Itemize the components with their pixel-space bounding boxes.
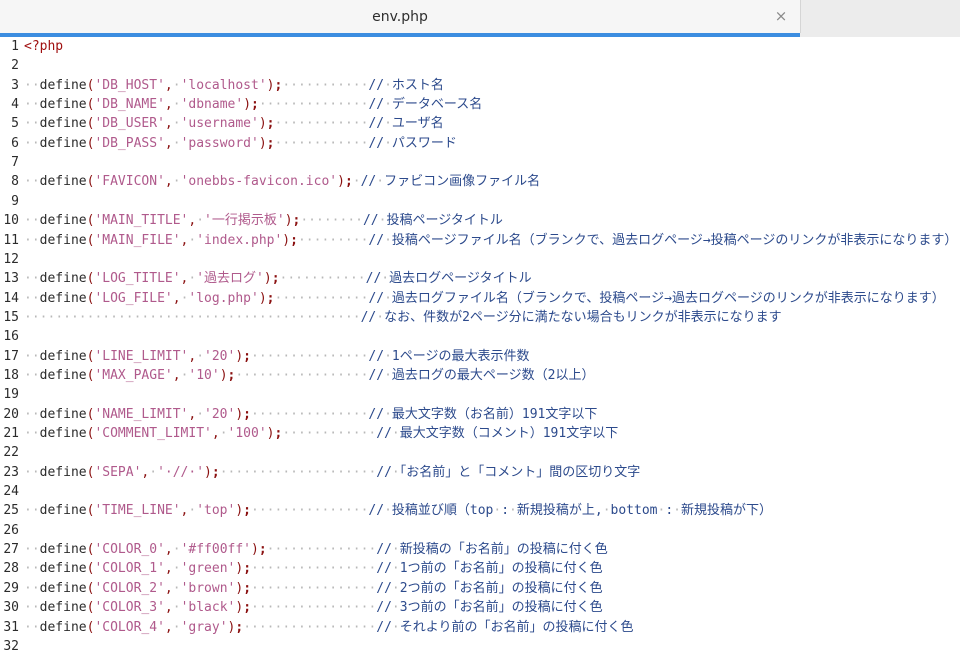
line-number: 32 (3, 638, 19, 654)
code-text: ··define('SEPA',·'·//·');···············… (24, 464, 641, 480)
line-number: 18 (3, 367, 19, 383)
code-text: ··define('LOG_FILE',·'log.php');········… (24, 290, 945, 306)
code-text: ··define('LINE_LIMIT',·'20');···········… (24, 348, 530, 364)
line-number: 5 (11, 116, 19, 132)
code-text: ··define('COLOR_2',·'brown');···········… (24, 580, 603, 596)
line-number: 19 (3, 387, 19, 403)
code-line[interactable]: 32 (0, 637, 960, 657)
line-number: 9 (11, 193, 19, 209)
code-text: ··define('FAVICON',·'onebbs-favicon.ico'… (24, 174, 541, 190)
code-line[interactable]: 18 ··define('MAX_PAGE',·'10');···········… (0, 366, 960, 386)
code-text: ··define('TIME_LINE',·'top');···········… (24, 503, 772, 519)
code-line[interactable]: 20 ··define('NAME_LIMIT',·'20');·········… (0, 405, 960, 425)
code-text: ··define('COLOR_4',·'gray');············… (24, 619, 634, 635)
line-number: 23 (3, 464, 19, 480)
tab-title: env.php (372, 9, 428, 25)
close-icon[interactable]: × (773, 7, 789, 25)
code-line[interactable]: 4 ··define('DB_NAME',·'dbname');·········… (0, 95, 960, 115)
code-text: ··define('COLOR_1',·'green');···········… (24, 561, 603, 577)
line-number: 27 (3, 542, 19, 558)
line-number: 8 (11, 174, 19, 190)
code-text: ··define('COLOR_0',·'#ff00ff');·········… (24, 542, 608, 558)
code-line[interactable]: 10 ··define('MAIN_TITLE',·'一行掲示板');······… (0, 211, 960, 231)
line-number: 3 (11, 77, 19, 93)
line-number: 21 (3, 426, 19, 441)
line-number: 7 (11, 155, 19, 171)
code-line[interactable]: 25 ··define('TIME_LINE',·'top');·········… (0, 501, 960, 521)
line-number: 6 (11, 135, 19, 151)
line-number: 20 (3, 406, 19, 422)
line-number: 25 (3, 503, 19, 519)
code-text: ··define('DB_NAME',·'dbname');··········… (24, 97, 483, 113)
line-number: 1 (11, 39, 19, 54)
code-text: <?php (24, 39, 64, 54)
code-line[interactable]: 1 <?php (0, 37, 960, 57)
code-line[interactable]: 21 ··define('COMMENT_LIMIT',·'100');·····… (0, 424, 960, 444)
line-number: 29 (3, 580, 19, 596)
code-line[interactable]: 30 ··define('COLOR_3',·'black');·········… (0, 598, 960, 618)
line-number: 13 (3, 271, 19, 287)
tab-bar: env.php × (0, 0, 960, 37)
line-number: 16 (3, 329, 19, 345)
code-line[interactable]: 17 ··define('LINE_LIMIT',·'20');·········… (0, 347, 960, 367)
code-text: ··define('DB_USER',·'username');········… (24, 116, 444, 132)
line-number: 24 (3, 484, 19, 500)
code-line[interactable]: 8 ··define('FAVICON',·'onebbs-favicon.ico… (0, 172, 960, 192)
code-text: ··define('MAIN_FILE',·'index.php');·····… (24, 232, 958, 248)
code-text: ··define('MAX_PAGE',·'10');·············… (24, 367, 595, 383)
code-line[interactable]: 14 ··define('LOG_FILE',·'log.php');······… (0, 289, 960, 309)
code-line[interactable]: 11 ··define('MAIN_FILE',·'index.php');···… (0, 231, 960, 251)
line-number: 12 (3, 251, 19, 267)
code-line[interactable]: 16 (0, 327, 960, 347)
line-number: 22 (3, 445, 19, 461)
line-number: 11 (3, 232, 19, 248)
line-number: 14 (3, 290, 19, 306)
line-number: 4 (11, 97, 19, 113)
code-line[interactable]: 22 (0, 443, 960, 463)
line-number: 10 (3, 213, 19, 229)
code-line[interactable]: 3 ··define('DB_HOST',·'localhost');······… (0, 76, 960, 96)
code-text: ··define('COLOR_3',·'black');···········… (24, 600, 603, 616)
code-text: ··define('NAME_LIMIT',·'20');···········… (24, 406, 598, 422)
line-number: 17 (3, 348, 19, 364)
code-line[interactable]: 31 ··define('COLOR_4',·'gray');··········… (0, 618, 960, 638)
code-line[interactable]: 24 (0, 482, 960, 502)
code-line[interactable]: 6 ··define('DB_PASS',·'password');·······… (0, 134, 960, 154)
code-line[interactable]: 12 (0, 250, 960, 270)
code-text: ··define('LOG_TITLE',·'過去ログ');··········… (24, 271, 532, 287)
code-line[interactable]: 9 (0, 192, 960, 212)
code-line[interactable]: 28 ··define('COLOR_1',·'green');·········… (0, 559, 960, 579)
code-text: ··define('MAIN_TITLE',·'一行掲示板');········… (24, 213, 503, 229)
line-number: 2 (11, 58, 19, 74)
code-line[interactable]: 23 ··define('SEPA',·'·//·');·············… (0, 463, 960, 483)
code-line[interactable]: 13 ··define('LOG_TITLE',·'過去ログ');········… (0, 269, 960, 289)
code-line[interactable]: 15 ······································… (0, 308, 960, 328)
code-text: ··define('DB_HOST',·'localhost');·······… (24, 77, 444, 93)
code-line[interactable]: 26 (0, 521, 960, 541)
code-line[interactable]: 7 (0, 153, 960, 173)
line-number: 15 (3, 309, 19, 325)
code-line[interactable]: 2 (0, 56, 960, 76)
line-number: 28 (3, 561, 19, 577)
code-text: ··define('COMMENT_LIMIT',·'100');·······… (24, 426, 619, 441)
tab-env-php[interactable]: env.php × (0, 0, 801, 33)
code-line[interactable]: 19 (0, 385, 960, 405)
code-line[interactable]: 5 ··define('DB_USER',·'username');·······… (0, 114, 960, 134)
line-number: 31 (3, 619, 19, 635)
code-editor[interactable]: 1 <?php 2 3 ··define('DB_HOST',·'localhost')… (0, 37, 960, 654)
code-line[interactable]: 27 ··define('COLOR_0',·'#ff00ff');·······… (0, 540, 960, 560)
code-text: ········································… (24, 309, 782, 325)
line-number: 30 (3, 600, 19, 616)
code-text: ··define('DB_PASS',·'password');········… (24, 135, 457, 151)
line-number: 26 (3, 522, 19, 538)
code-line[interactable]: 29 ··define('COLOR_2',·'brown');·········… (0, 579, 960, 599)
